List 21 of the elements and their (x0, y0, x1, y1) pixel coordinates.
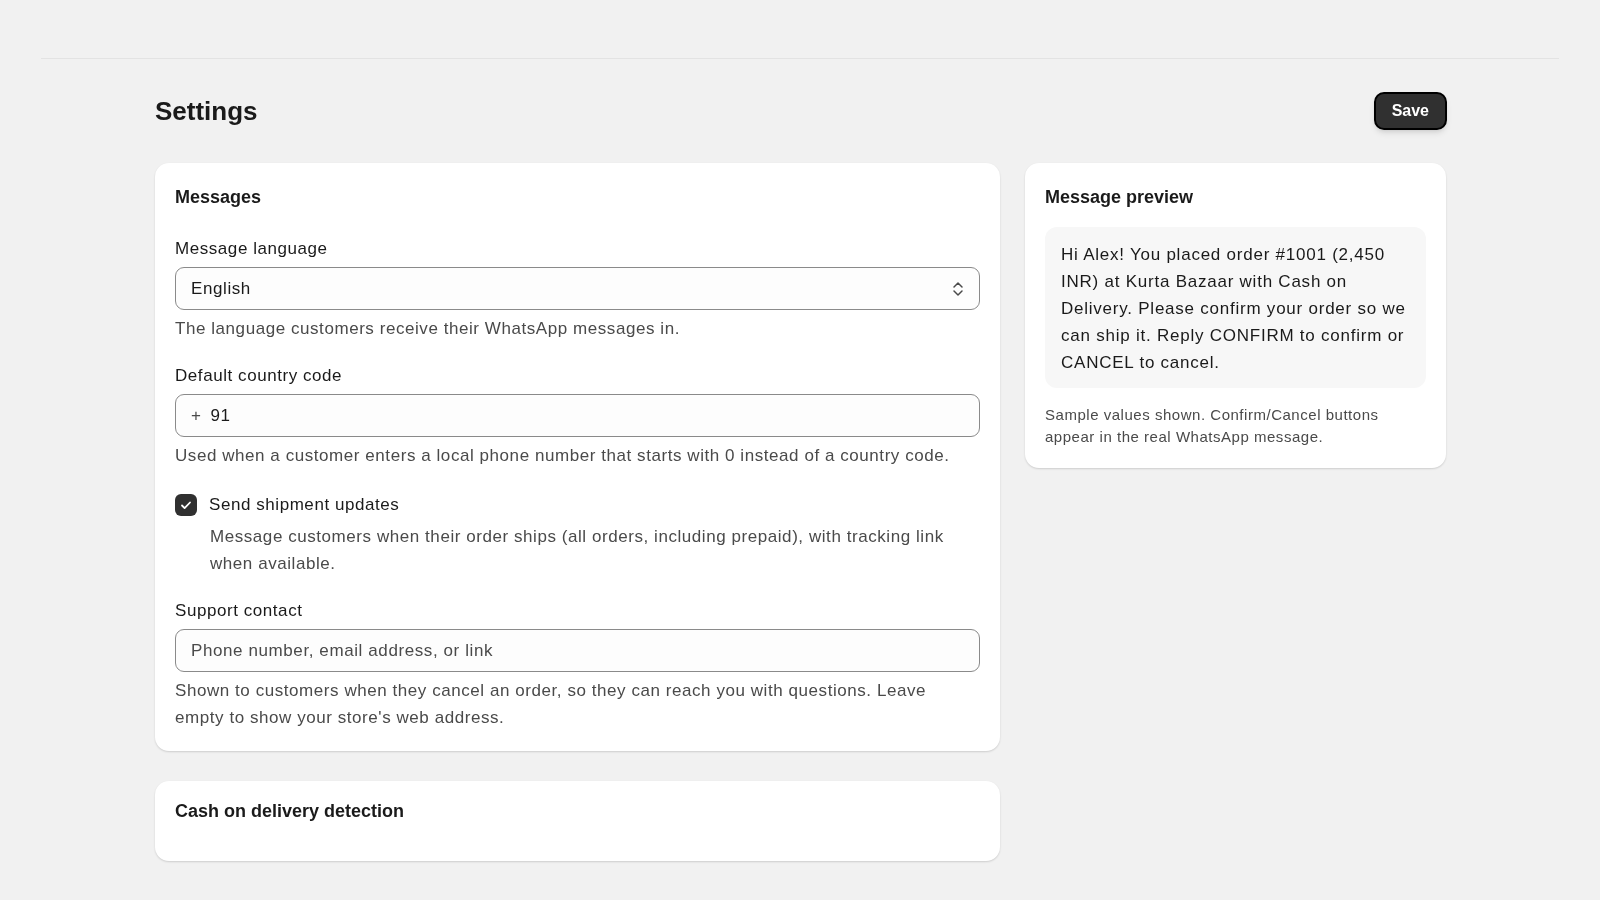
help-text: Shown to customers when they cancel an order, so they can reach you with questions. Leave empty to show your store's web address. (175, 680, 928, 729)
input-field[interactable]: Phone number, email address, or link (175, 629, 980, 672)
field-label: Support contact (175, 600, 304, 622)
help-text: The language customers receive their WhatsApp messages in. (175, 318, 681, 340)
help-text: Used when a customer enters a local phone number that starts with 0 instead of a country code. (175, 445, 951, 467)
chevron-up-down-icon (952, 279, 964, 298)
prefix-text: + (191, 404, 202, 427)
card-title: Messages (175, 186, 263, 209)
note-text: Sample values shown. Confirm/Cancel buttons appear in the real WhatsApp message. (1045, 405, 1380, 447)
checkbox-label[interactable]: Send shipment updates (209, 491, 400, 518)
save-button[interactable]: Save (1373, 92, 1447, 130)
select-field[interactable]: English (175, 267, 980, 310)
help-text: Message customers when their order ships (all orders, including prepaid), with tracking link when available. (210, 526, 945, 575)
message-bubble: Hi Alex! You placed order #1001 (2,450 INR) at Kurta Bazaar with Cash on Delivery. Please confirm your order so we can ship it. Reply CONFIRM to confirm or CANCEL to cancel. (1045, 227, 1426, 388)
input-field[interactable]: + 91 (175, 394, 980, 437)
card-title: Message preview (1045, 186, 1195, 209)
card-title: Cash on delivery detection (175, 800, 406, 823)
field-label: Default country code (175, 365, 344, 387)
checkbox[interactable] (175, 493, 197, 516)
page-title: Settings (155, 94, 258, 128)
field-label: Message language (175, 238, 329, 260)
